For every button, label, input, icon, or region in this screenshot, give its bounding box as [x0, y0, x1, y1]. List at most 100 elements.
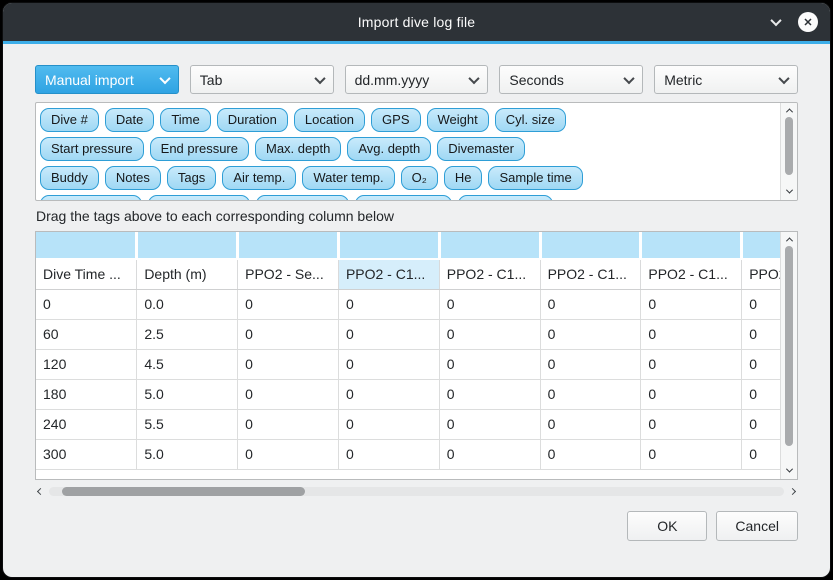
scroll-left-icon[interactable] [35, 486, 46, 497]
drop-target-cell[interactable] [238, 232, 339, 259]
drop-target-cell[interactable] [742, 232, 780, 259]
combo-value: Seconds [509, 72, 563, 88]
tag-date[interactable]: Date [105, 108, 154, 132]
tag-sample-cns[interactable]: Sample CNS [355, 195, 452, 200]
tag-end-pressure[interactable]: End pressure [150, 137, 249, 161]
table-cell: 0 [338, 409, 439, 439]
cancel-button[interactable]: Cancel [716, 511, 798, 541]
tag-divemaster[interactable]: Divemaster [437, 137, 525, 161]
dialog-content: Manual importTabdd.mm.yyyySecondsMetric … [3, 44, 830, 541]
ok-button[interactable]: OK [627, 511, 707, 541]
table-cell: 0 [540, 349, 641, 379]
table-scrollbar[interactable] [780, 232, 797, 479]
tag-location[interactable]: Location [294, 108, 365, 132]
tag-row: BuddyNotesTagsAir temp.Water temp. O₂HeSa… [40, 166, 776, 190]
titlebar[interactable]: Import dive log file ✕ [3, 3, 830, 41]
scroll-down-icon[interactable] [784, 186, 795, 197]
combo-value: Metric [664, 72, 702, 88]
chevron-down-icon [625, 76, 633, 84]
table-cell: 0 [338, 289, 439, 319]
combo-date-format[interactable]: dd.mm.yyyy [345, 65, 489, 94]
drop-target-cell[interactable] [641, 232, 742, 259]
header-row: Dive Time ...Depth (m)PPO2 - Se...PPO2 -… [36, 259, 780, 289]
tag-tags[interactable]: Tags [167, 166, 216, 190]
tag-weight[interactable]: Weight [427, 108, 489, 132]
tag-sample-time[interactable]: Sample time [488, 166, 582, 190]
tag-sample-po[interactable]: Sample pO₂ [256, 195, 348, 200]
combo-field-separator[interactable]: Tab [190, 65, 334, 94]
chevron-down-icon[interactable] [769, 15, 783, 29]
table-row: 1204.5000000 [36, 349, 780, 379]
table-row: 00.0000000 [36, 289, 780, 319]
scroll-up-icon[interactable] [784, 105, 795, 116]
column-header[interactable]: PPO2 - C1... [641, 259, 742, 289]
tag-dive[interactable]: Dive # [40, 108, 99, 132]
column-header[interactable]: Dive Time ... [36, 259, 137, 289]
tag-sample-ndl[interactable]: Sample NDL [458, 195, 554, 200]
table-row: 2405.5000000 [36, 409, 780, 439]
tag-row: Dive #DateTime DurationLocationGPS WeightC… [40, 108, 776, 132]
scroll-down-icon[interactable] [784, 465, 795, 476]
window-title: Import dive log file [358, 14, 476, 30]
tag-row: Start pressureEnd pressureMax. depthAvg.… [40, 137, 776, 161]
drop-target-cell[interactable] [439, 232, 540, 259]
tag-gps[interactable]: GPS [371, 108, 420, 132]
column-header[interactable]: PPO2 - C1... [439, 259, 540, 289]
tag-pool-rows: Dive #DateTime DurationLocationGPS WeightC… [36, 103, 780, 200]
combo-duration-format[interactable]: Seconds [499, 65, 643, 94]
table-cell: 0 [742, 319, 780, 349]
tag-air-temp[interactable]: Air temp. [222, 166, 296, 190]
tag-sample-temp[interactable]: Sample temp. [148, 195, 250, 200]
scroll-up-icon[interactable] [784, 234, 795, 245]
toolbar: Manual import Tab dd.mm.yyyy Seconds Metric [35, 65, 798, 94]
tag-notes[interactable]: Notes [105, 166, 161, 190]
table-cell: 0 [439, 349, 540, 379]
tag-max-depth[interactable]: Max. depth [255, 137, 341, 161]
column-header[interactable]: PPO2 - Se... [238, 259, 339, 289]
scrollbar-thumb[interactable] [785, 117, 793, 175]
scroll-right-icon[interactable] [787, 486, 798, 497]
tag-water-temp[interactable]: Water temp. [302, 166, 394, 190]
table-cell: 0 [439, 289, 540, 319]
tag-he[interactable]: He [444, 166, 483, 190]
combo-units[interactable]: Metric [654, 65, 798, 94]
chevron-down-icon [780, 76, 788, 84]
table-cell: 5.5 [137, 409, 238, 439]
column-header[interactable]: PPO2 - C1... [540, 259, 641, 289]
close-button[interactable]: ✕ [798, 12, 818, 32]
tag-o[interactable]: O₂ [401, 166, 438, 190]
scrollbar-track[interactable] [49, 487, 784, 496]
tag-cyl-size[interactable]: Cyl. size [495, 108, 566, 132]
tag-buddy[interactable]: Buddy [40, 166, 99, 190]
scrollbar-thumb[interactable] [785, 246, 793, 446]
table-cell: 0 [641, 379, 742, 409]
scrollbar-thumb[interactable] [62, 487, 305, 496]
column-header[interactable]: Depth (m) [137, 259, 238, 289]
tag-duration[interactable]: Duration [217, 108, 288, 132]
table-cell: 0 [238, 289, 339, 319]
table-cell: 0 [742, 349, 780, 379]
table-cell: 0.0 [137, 289, 238, 319]
tag-scrollbar[interactable] [780, 103, 797, 200]
tag-sample-depth[interactable]: Sample depth [40, 195, 142, 200]
horizontal-scrollbar[interactable] [35, 484, 798, 499]
column-header[interactable]: PPO2 - C1... [338, 259, 439, 289]
instruction-text: Drag the tags above to each correspondin… [36, 208, 798, 224]
tag-time[interactable]: Time [160, 108, 210, 132]
combo-import-type[interactable]: Manual import [35, 65, 179, 94]
table-cell: 0 [641, 439, 742, 469]
table-cell: 0 [742, 439, 780, 469]
table-cell: 2.5 [137, 319, 238, 349]
tag-start-pressure[interactable]: Start pressure [40, 137, 144, 161]
drop-target-cell[interactable] [338, 232, 439, 259]
import-dialog-window: Import dive log file ✕ Manual import Tabd… [2, 2, 831, 578]
tag-avg-depth[interactable]: Avg. depth [347, 137, 431, 161]
drop-target-cell[interactable] [540, 232, 641, 259]
drop-target-cell[interactable] [36, 232, 137, 259]
drop-target-cell[interactable] [137, 232, 238, 259]
table-cell: 0 [36, 289, 137, 319]
table-cell: 0 [540, 319, 641, 349]
table-cell: 0 [439, 319, 540, 349]
column-header[interactable]: PPO2 - C1... [742, 259, 780, 289]
table-cell: 0 [641, 289, 742, 319]
